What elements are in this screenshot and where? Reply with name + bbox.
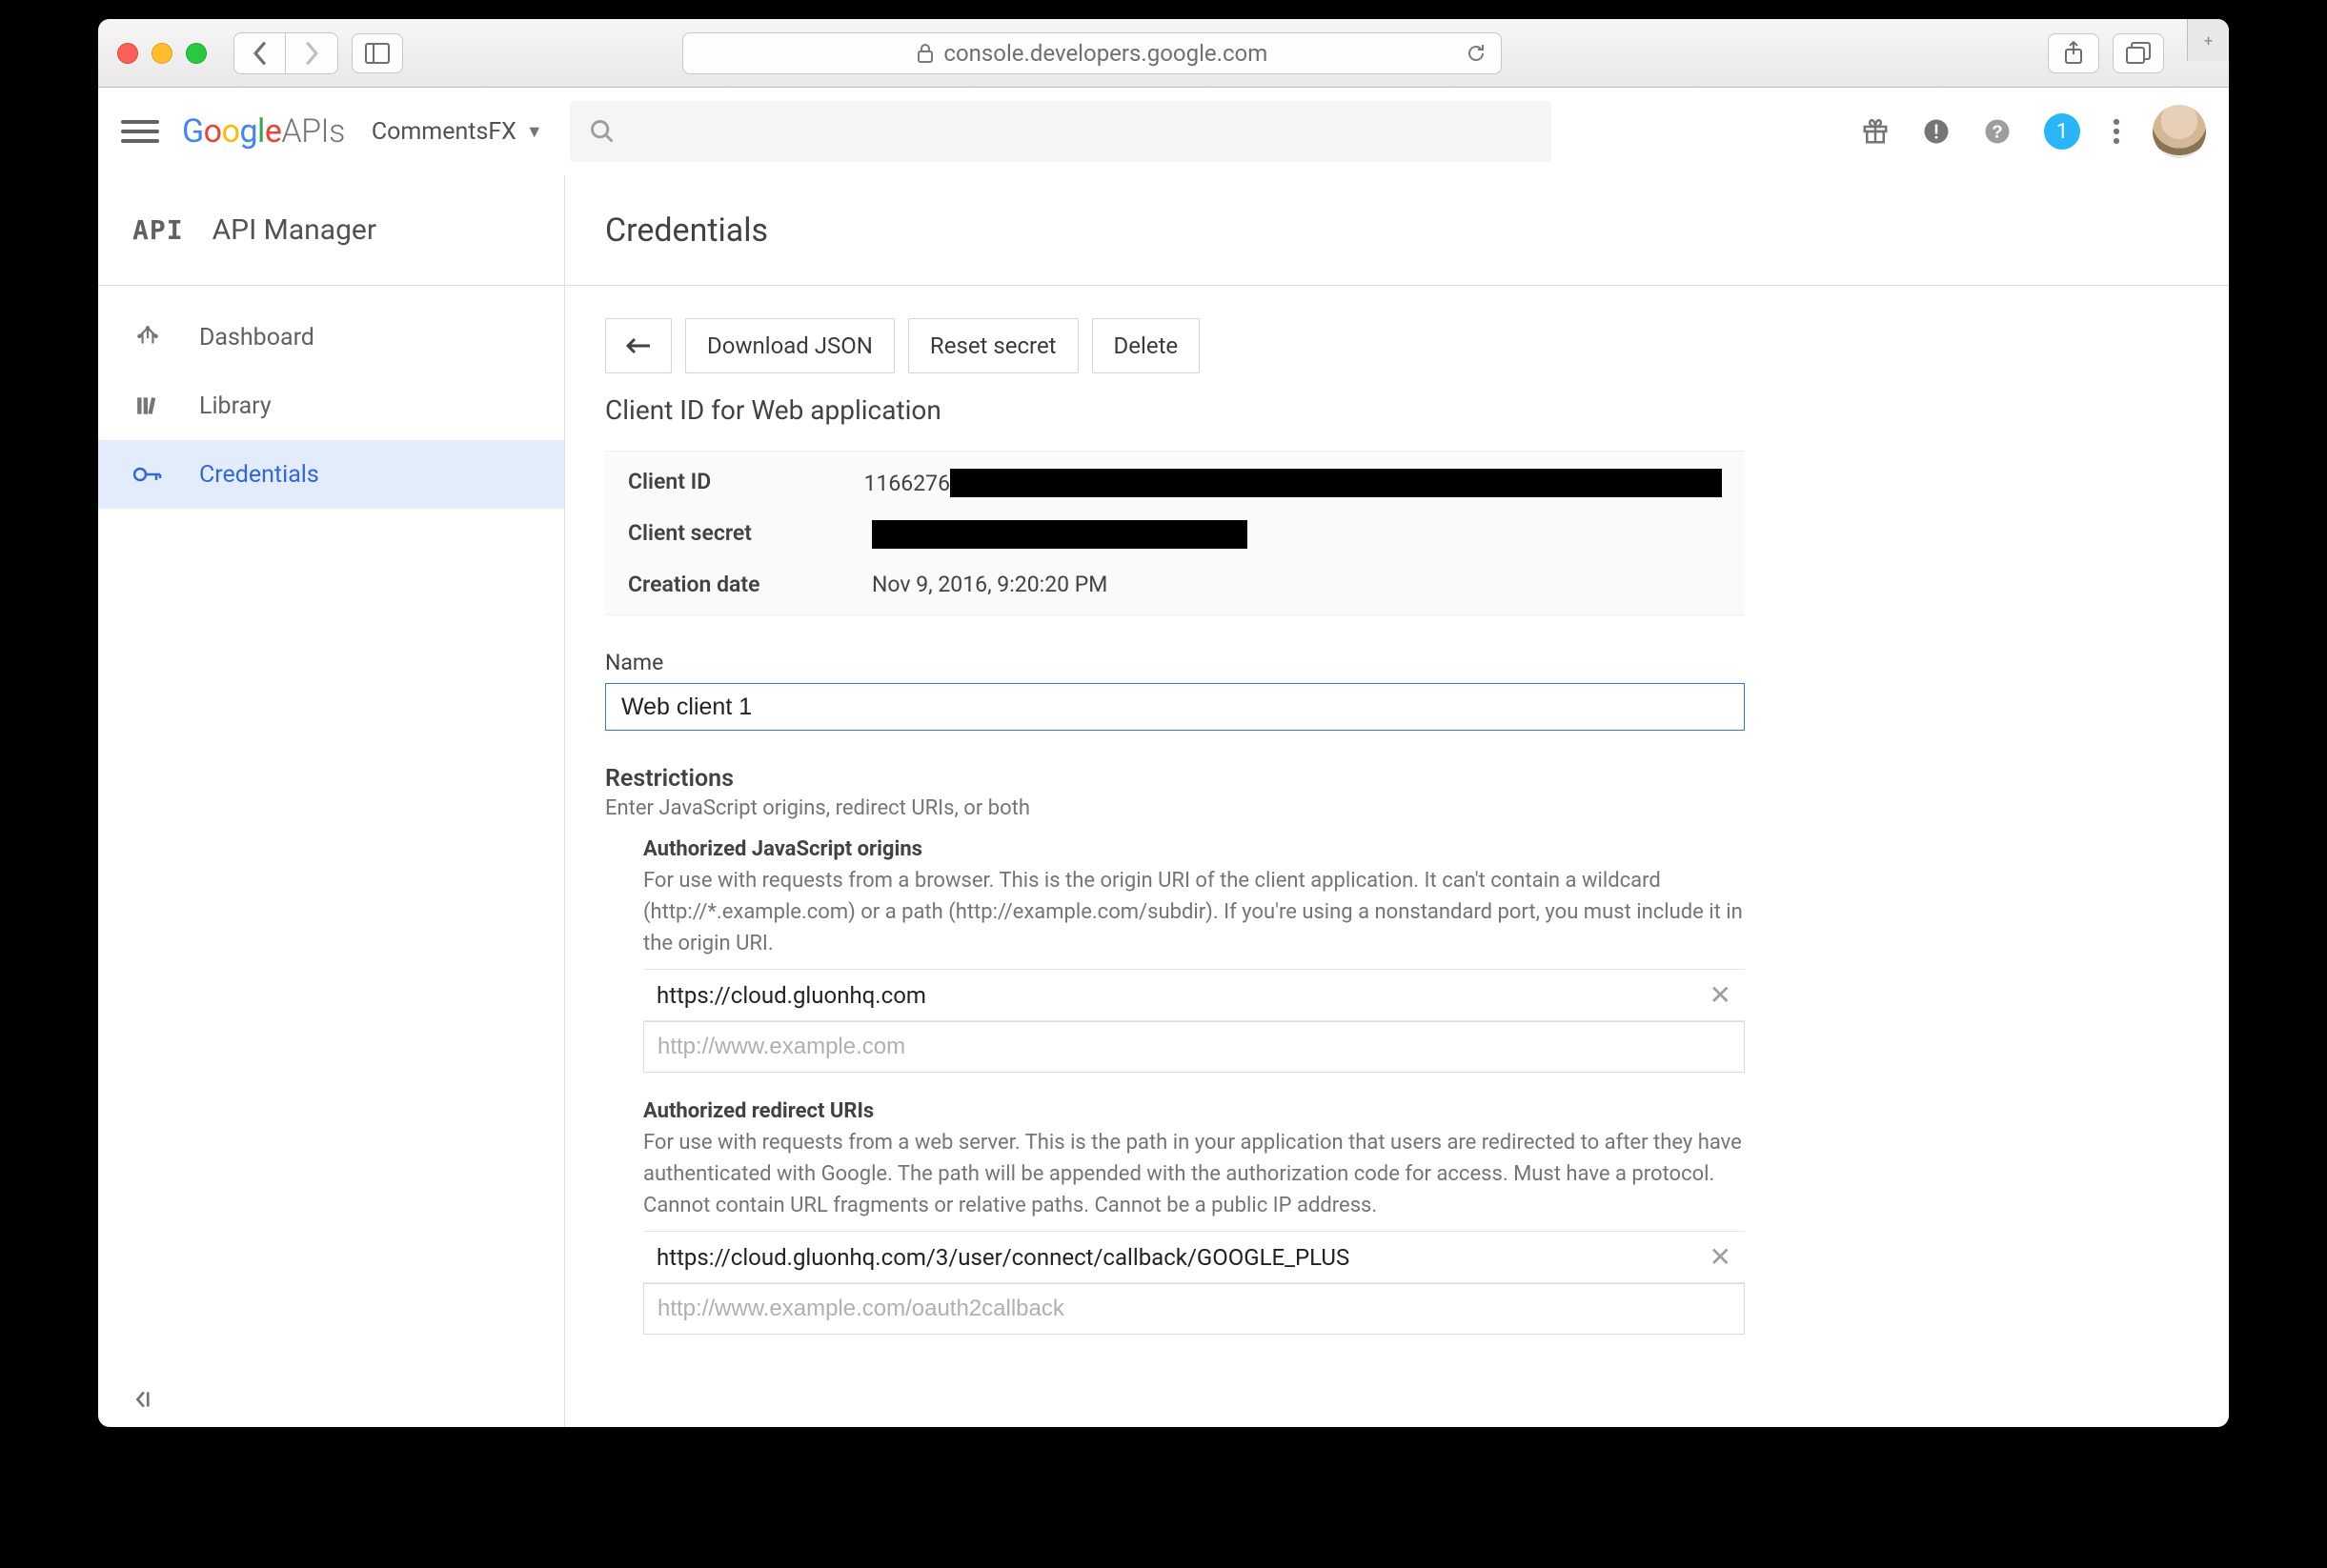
sidebar-item-label: Credentials [199, 461, 319, 489]
main-content: Credentials Download JSON Reset secret D… [565, 175, 2229, 1427]
menu-button[interactable] [121, 112, 159, 151]
search-icon [589, 118, 616, 145]
js-origin-row: https://cloud.gluonhq.com ✕ [643, 970, 1745, 1021]
remove-origin-button[interactable]: ✕ [1710, 979, 1731, 1011]
info-value [872, 520, 1247, 549]
app-body: API API Manager Dashboard Library [98, 175, 2229, 1427]
restrictions-heading: Restrictions [605, 765, 2189, 793]
section-heading: Client ID for Web application [605, 394, 2189, 426]
redacted-block [950, 469, 1722, 497]
app-header: GoogleAPIs CommentsFX ▼ ? 1 [98, 88, 2229, 175]
sidebar-title-text: API Manager [212, 213, 376, 247]
redacted-block [872, 520, 1247, 549]
project-selector[interactable]: CommentsFX ▼ [372, 118, 543, 146]
avatar[interactable] [2153, 105, 2206, 158]
info-label: Client ID [628, 469, 864, 497]
js-origin-input[interactable] [643, 1021, 1745, 1073]
js-origin-value: https://cloud.gluonhq.com [657, 982, 926, 1009]
redirect-input[interactable] [643, 1283, 1745, 1335]
sidebar-item-library[interactable]: Library [98, 372, 564, 440]
redirect-value: https://cloud.gluonhq.com/3/user/connect… [657, 1244, 1349, 1271]
sidebar-item-label: Dashboard [199, 324, 314, 352]
back-button[interactable] [605, 318, 672, 373]
redirect-title: Authorized redirect URIs [643, 1099, 1745, 1123]
info-value: 1166276 [864, 469, 1722, 497]
caret-down-icon: ▼ [526, 122, 543, 142]
sidebar: API API Manager Dashboard Library [98, 175, 565, 1427]
new-tab-button[interactable]: + [2187, 19, 2229, 61]
info-row-client-secret: Client secret [605, 509, 1745, 560]
name-input[interactable] [605, 683, 1745, 731]
js-origins-title: Authorized JavaScript origins [643, 837, 1745, 861]
share-button[interactable] [2048, 33, 2099, 73]
library-icon [132, 393, 163, 418]
info-value: Nov 9, 2016, 9:20:20 PM [872, 572, 1107, 597]
search-input[interactable] [570, 101, 1551, 162]
info-label: Creation date [628, 572, 872, 597]
notification-badge[interactable]: 1 [2044, 113, 2080, 150]
tabs-button[interactable] [2113, 33, 2164, 73]
js-origins-list: https://cloud.gluonhq.com ✕ [643, 969, 1745, 1021]
project-name: CommentsFX [372, 118, 516, 146]
sidebar-toggle-button[interactable] [352, 33, 403, 73]
action-bar: Download JSON Reset secret Delete [605, 318, 2189, 373]
browser-window: console.developers.google.com + GoogleAP… [98, 19, 2229, 1427]
header-right: ? 1 [1861, 105, 2206, 158]
reload-icon[interactable] [1465, 42, 1487, 65]
alert-icon[interactable] [1922, 117, 1951, 146]
lock-icon [917, 43, 934, 64]
redirect-list: https://cloud.gluonhq.com/3/user/connect… [643, 1231, 1745, 1283]
browser-right-tools [2048, 33, 2164, 73]
redirect-row: https://cloud.gluonhq.com/3/user/connect… [643, 1232, 1745, 1283]
download-json-button[interactable]: Download JSON [685, 318, 895, 373]
help-icon[interactable]: ? [1983, 117, 2012, 146]
collapse-sidebar-button[interactable] [132, 1387, 157, 1412]
delete-button[interactable]: Delete [1092, 318, 1201, 373]
gift-icon[interactable] [1861, 117, 1890, 146]
address-bar[interactable]: console.developers.google.com [682, 32, 1502, 74]
info-row-creation-date: Creation date Nov 9, 2016, 9:20:20 PM [605, 560, 1745, 609]
page-title: Credentials [565, 175, 2229, 286]
back-button[interactable] [234, 33, 286, 73]
minimize-window-button[interactable] [152, 43, 172, 64]
reset-secret-button[interactable]: Reset secret [908, 318, 1079, 373]
redirect-desc: For use with requests from a web server.… [643, 1127, 1745, 1221]
remove-redirect-button[interactable]: ✕ [1710, 1241, 1731, 1273]
info-label: Client secret [628, 520, 872, 549]
forward-button[interactable] [286, 33, 337, 73]
window-controls [117, 43, 207, 64]
api-mono-logo: API [132, 214, 184, 246]
more-icon[interactable] [2113, 117, 2120, 146]
name-label: Name [605, 650, 2189, 675]
info-table: Client ID 1166276 Client secret Creation… [605, 451, 1745, 615]
google-apis-logo[interactable]: GoogleAPIs [182, 112, 345, 151]
maximize-window-button[interactable] [186, 43, 207, 64]
sidebar-item-label: Library [199, 392, 272, 420]
restrictions-sub: Enter JavaScript origins, redirect URIs,… [605, 796, 2189, 820]
svg-text:?: ? [1992, 121, 2002, 141]
browser-titlebar: console.developers.google.com + [98, 19, 2229, 88]
address-url: console.developers.google.com [943, 40, 1267, 67]
sidebar-item-dashboard[interactable]: Dashboard [98, 303, 564, 372]
dashboard-icon [132, 325, 163, 350]
sidebar-item-credentials[interactable]: Credentials [98, 440, 564, 509]
js-origins-desc: For use with requests from a browser. Th… [643, 865, 1745, 959]
close-window-button[interactable] [117, 43, 138, 64]
sidebar-title: API API Manager [98, 175, 564, 286]
key-icon [132, 465, 163, 484]
info-row-client-id: Client ID 1166276 [605, 457, 1745, 509]
nav-back-forward [233, 32, 338, 74]
